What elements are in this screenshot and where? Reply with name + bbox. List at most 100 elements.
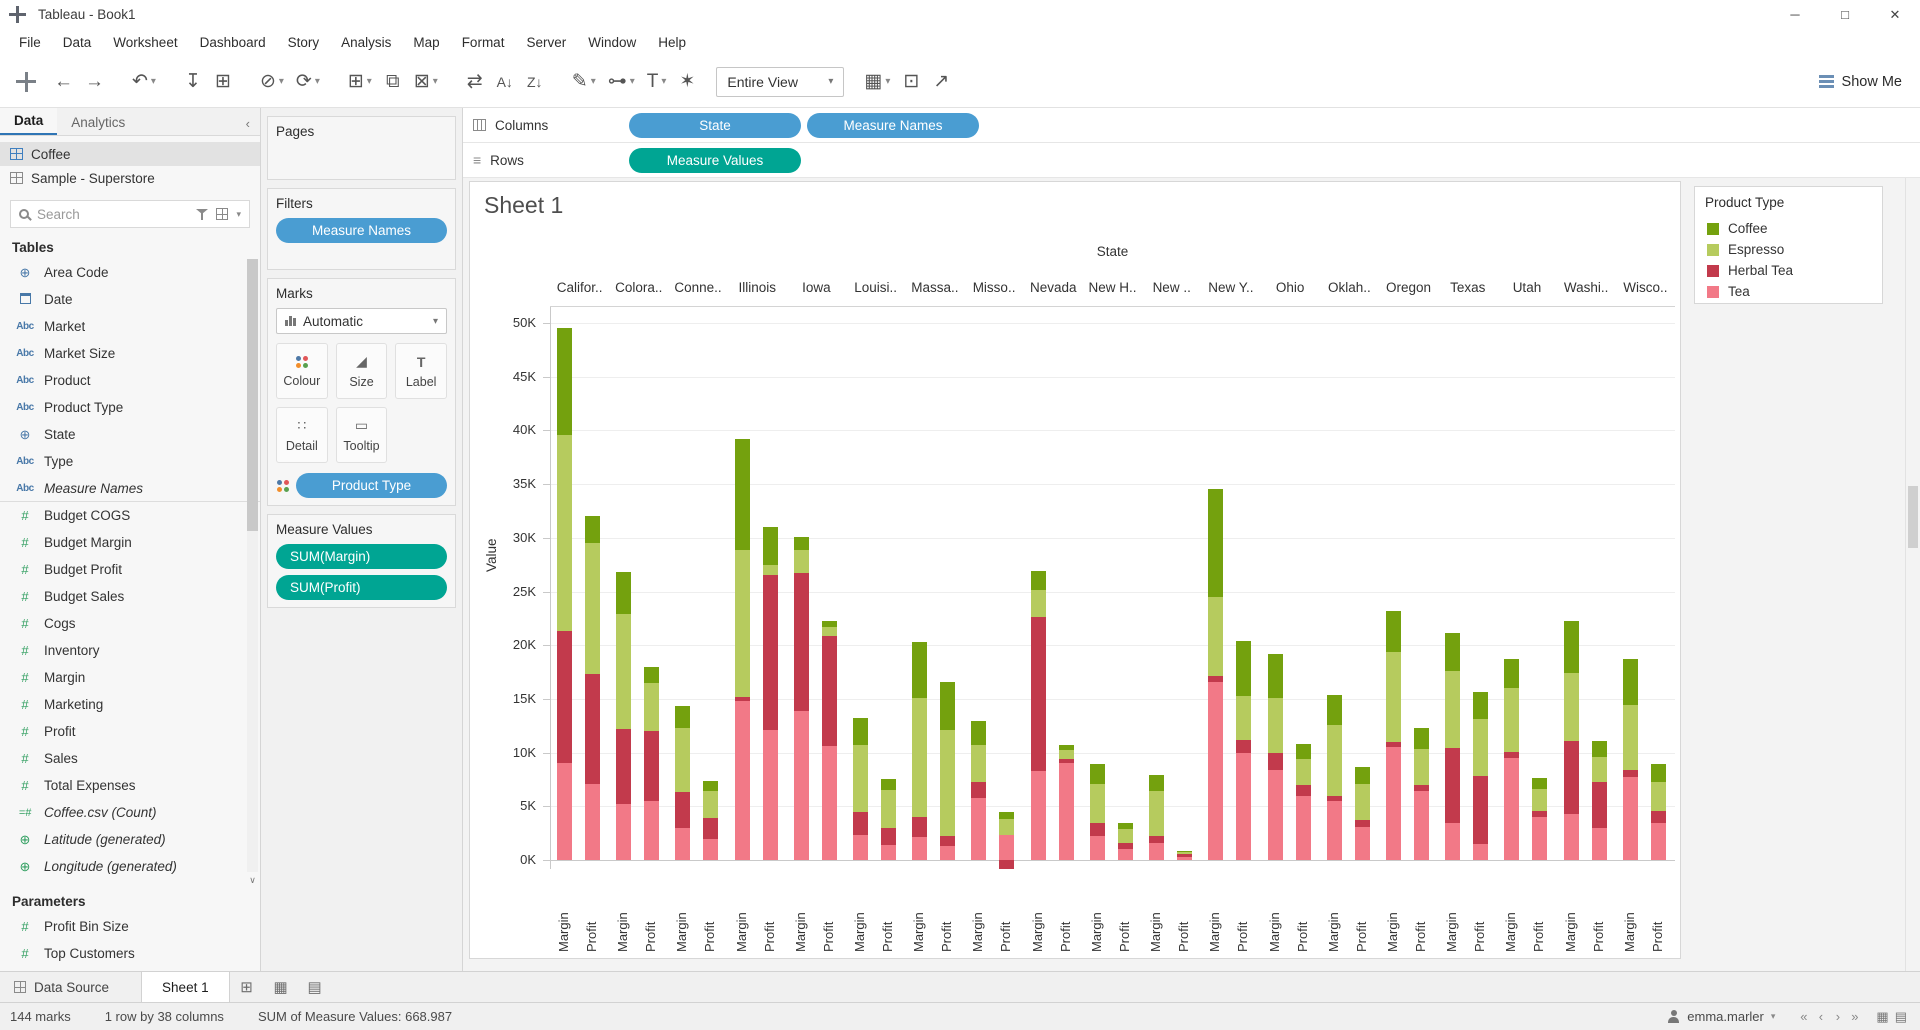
bar-segment[interactable] [585, 543, 600, 674]
bar-segment[interactable] [912, 698, 927, 817]
bar-segment[interactable] [1414, 728, 1429, 749]
bar-segment[interactable] [1236, 696, 1251, 740]
pill-product-type[interactable]: Product Type [296, 473, 447, 498]
bar-segment[interactable] [1208, 489, 1223, 596]
bar-segment[interactable] [1118, 843, 1133, 849]
bar-segment[interactable] [763, 730, 778, 860]
bar-segment[interactable] [1031, 571, 1046, 590]
field-item-measure-values[interactable]: #Measure Values [0, 880, 260, 888]
bar-segment[interactable] [971, 798, 986, 860]
new-story-button[interactable]: ▤ [298, 972, 332, 1002]
bar-segment[interactable] [912, 817, 927, 837]
bar-segment[interactable] [1118, 823, 1133, 828]
field-item-type[interactable]: AbcType [0, 448, 260, 475]
bar-segment[interactable] [1623, 777, 1638, 860]
bar-segment[interactable] [735, 697, 750, 701]
collapse-pane-icon[interactable]: ‹ [236, 112, 260, 135]
bar-segment[interactable] [1355, 827, 1370, 860]
bar-segment[interactable] [644, 667, 659, 683]
bar-segment[interactable] [1208, 597, 1223, 676]
pill-measure-values[interactable]: Measure Values [629, 148, 801, 173]
measure-values-card[interactable]: Measure Values SUM(Margin) SUM(Profit) [267, 514, 456, 608]
bar-segment[interactable] [1268, 698, 1283, 753]
bar-segment[interactable] [971, 745, 986, 782]
scroll-down-icon[interactable]: ∨ [247, 875, 258, 886]
show-mark-labels-button[interactable]: T▾ [641, 63, 673, 101]
new-worksheet-button[interactable]: ⊞ [230, 972, 264, 1002]
scrollbar-thumb[interactable] [1908, 486, 1918, 548]
show-hide-cards-button[interactable]: ▦▾ [858, 63, 896, 101]
sort-ascending-button[interactable]: A↓ [490, 63, 520, 101]
bar-segment[interactable] [557, 763, 572, 860]
previous-sheet-button[interactable]: ‹ [1812, 1009, 1829, 1024]
bar-segment[interactable] [1445, 671, 1460, 748]
bar-segment[interactable] [971, 721, 986, 745]
bar-segment[interactable] [735, 701, 750, 860]
bar-segment[interactable] [735, 550, 750, 697]
bar-segment[interactable] [1592, 782, 1607, 828]
bar-segment[interactable] [1031, 590, 1046, 617]
bar-segment[interactable] [794, 573, 809, 710]
bar-segment[interactable] [1296, 785, 1311, 796]
back-button[interactable]: ← [48, 63, 79, 101]
refresh-data-button[interactable]: ⟳▾ [290, 63, 326, 101]
marks-tooltip-button[interactable]: ▭Tooltip [336, 407, 388, 463]
field-search-input[interactable]: Search ▾ [10, 200, 250, 228]
tab-sheet-1[interactable]: Sheet 1 [141, 972, 230, 1002]
field-item-sales[interactable]: #Sales [0, 745, 260, 772]
last-sheet-button[interactable]: » [1846, 1009, 1863, 1024]
bar-segment[interactable] [1268, 753, 1283, 770]
tab-data[interactable]: Data [0, 108, 57, 135]
parameter-item-top-customers[interactable]: #Top Customers [0, 940, 260, 967]
marks-detail-button[interactable]: ∷Detail [276, 407, 328, 463]
bar-segment[interactable] [1386, 611, 1401, 652]
field-item-measure-names[interactable]: AbcMeasure Names [0, 475, 260, 502]
field-item-budget-cogs[interactable]: #Budget COGS [0, 502, 260, 529]
bar-segment[interactable] [912, 837, 927, 860]
bar-segment[interactable] [1623, 705, 1638, 769]
bar-segment[interactable] [1445, 748, 1460, 823]
menu-server[interactable]: Server [515, 35, 577, 50]
user-menu[interactable]: emma.marler ▾ [1657, 1006, 1785, 1027]
field-item-product[interactable]: AbcProduct [0, 367, 260, 394]
bar-segment[interactable] [1059, 759, 1074, 763]
chevron-down-icon[interactable]: ▾ [236, 209, 241, 220]
bar-segment[interactable] [881, 790, 896, 828]
bar-segment[interactable] [822, 621, 837, 627]
bar-segment[interactable] [1445, 633, 1460, 671]
bar-segment[interactable] [853, 812, 868, 836]
bar-segment[interactable] [1296, 744, 1311, 759]
bar-segment[interactable] [557, 328, 572, 434]
swap-rows-columns-button[interactable]: ⇄ [460, 63, 490, 101]
bar-segment[interactable] [1296, 759, 1311, 785]
bar-segment[interactable] [1059, 750, 1074, 759]
bar-segment[interactable] [1327, 796, 1342, 801]
bar-segment[interactable] [1090, 823, 1105, 836]
save-button[interactable]: ↧ [178, 63, 208, 101]
bar-segment[interactable] [940, 846, 955, 860]
bar-segment[interactable] [675, 792, 690, 827]
bar-segment[interactable] [1592, 757, 1607, 782]
bar-segment[interactable] [1031, 617, 1046, 771]
menu-story[interactable]: Story [277, 35, 331, 50]
bar-segment[interactable] [1651, 811, 1666, 824]
bar-segment[interactable] [794, 550, 809, 574]
bar-segment[interactable] [675, 706, 690, 727]
bar-segment[interactable] [1208, 682, 1223, 860]
bar-segment[interactable] [1414, 791, 1429, 860]
highlight-button[interactable]: ✎▾ [566, 63, 602, 101]
bar-segment[interactable] [616, 614, 631, 729]
bar-segment[interactable] [1564, 741, 1579, 814]
fix-axes-button[interactable]: ✶ [672, 63, 702, 101]
pill-state[interactable]: State [629, 113, 801, 138]
data-source-superstore[interactable]: Sample - Superstore [0, 166, 260, 190]
pill-measure-names[interactable]: Measure Names [807, 113, 979, 138]
bar-segment[interactable] [1504, 758, 1519, 860]
bar-segment[interactable] [1504, 688, 1519, 751]
menu-format[interactable]: Format [451, 35, 516, 50]
bar-segment[interactable] [1149, 791, 1164, 836]
tab-data-source[interactable]: Data Source [0, 972, 123, 1002]
bar-segment[interactable] [1504, 659, 1519, 688]
bar-segment[interactable] [585, 674, 600, 784]
bar-segment[interactable] [703, 818, 718, 838]
